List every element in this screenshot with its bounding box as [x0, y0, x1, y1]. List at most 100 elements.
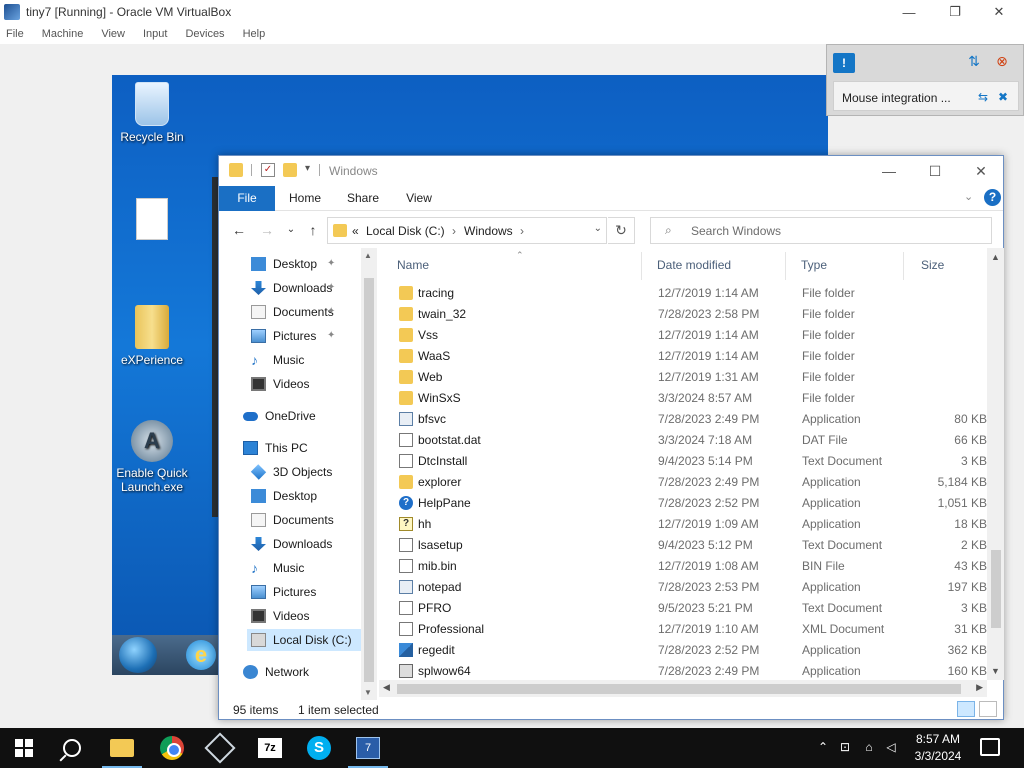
explorer-close-button[interactable]: ✕ — [959, 160, 1003, 182]
file-row[interactable]: bootstat.dat 3/3/2024 7:18 AM DAT File 66 K… — [379, 430, 987, 451]
nav-item-pictures[interactable]: Pictures — [247, 581, 361, 603]
notification-icon[interactable]: ! — [833, 53, 855, 73]
breadcrumb-separator[interactable]: › — [452, 224, 456, 238]
address-dropdown[interactable]: ⌄ — [594, 223, 602, 234]
column-type[interactable]: Type — [785, 248, 903, 282]
quick-access-dropdown[interactable]: ▾ — [305, 163, 310, 174]
system-clock[interactable]: 8:57 AM 3/3/2024 — [908, 731, 968, 765]
nav-item-local-disk-c[interactable]: Local Disk (C:) — [247, 629, 361, 651]
menu-file[interactable]: File — [6, 28, 24, 40]
file-row[interactable]: regedit 7/28/2023 2:52 PM Application 362 K… — [379, 640, 987, 661]
column-name[interactable]: Name — [379, 248, 641, 282]
taskbar-search-button[interactable] — [48, 728, 96, 768]
desktop-icon-experience[interactable]: eXPerience — [107, 305, 197, 367]
taskbar-chrome[interactable] — [148, 728, 196, 768]
file-row[interactable]: Professional 12/7/2019 1:10 AM XML Documen… — [379, 619, 987, 640]
security-icon[interactable]: ⊡ — [838, 740, 852, 754]
scrollbar-thumb[interactable] — [991, 550, 1001, 628]
file-row[interactable]: notepad 7/28/2023 2:53 PM Application 197 K… — [379, 577, 987, 598]
guest-start-button[interactable] — [119, 637, 157, 673]
file-row[interactable]: PFRO 9/5/2023 5:21 PM Text Document 3 KB — [379, 598, 987, 619]
menu-help[interactable]: Help — [243, 28, 266, 40]
tab-home[interactable]: Home — [283, 186, 327, 211]
nav-item-videos[interactable]: Videos — [247, 605, 361, 627]
forward-button[interactable]: → — [257, 221, 277, 239]
navigation-pane-scrollbar[interactable]: ▲ ▼ — [361, 248, 377, 700]
breadcrumb-windows[interactable]: Windows — [464, 224, 513, 238]
help-icon[interactable]: ? — [984, 189, 1001, 206]
up-button[interactable]: ↑ — [303, 221, 323, 239]
nav-item-network[interactable]: Network — [239, 661, 361, 683]
file-row[interactable]: splwow64 7/28/2023 2:49 PM Application 160 … — [379, 661, 987, 680]
host-key-icon[interactable]: ⇅ — [965, 53, 983, 71]
details-view-button[interactable] — [957, 701, 975, 717]
nav-item-music[interactable]: ♪ Music — [247, 349, 361, 371]
address-bar[interactable]: « Local Disk (C:) › Windows › ⌄ — [327, 217, 607, 244]
file-row[interactable]: lsasetup 9/4/2023 5:12 PM Text Document 2 K… — [379, 535, 987, 556]
volume-icon[interactable]: ◁ — [884, 740, 898, 754]
file-row[interactable]: Vss 12/7/2019 1:14 AM File folder — [379, 325, 987, 346]
file-row[interactable]: WaaS 12/7/2019 1:14 AM File folder — [379, 346, 987, 367]
file-row[interactable]: explorer 7/28/2023 2:49 PM Application 5,18… — [379, 472, 987, 493]
expand-ribbon-icon[interactable]: ⌄ — [964, 190, 973, 203]
properties-icon[interactable]: ✓ — [261, 163, 275, 177]
nav-item-music[interactable]: ♪ Music — [247, 557, 361, 579]
taskbar-skype[interactable]: S — [295, 728, 343, 768]
file-row[interactable]: mib.bin 12/7/2019 1:08 AM BIN File 43 KB — [379, 556, 987, 577]
maximize-button[interactable]: ❐ — [932, 0, 978, 24]
action-center-icon[interactable] — [980, 738, 1000, 756]
capture-icon[interactable]: ⊗ — [993, 53, 1011, 71]
taskbar-file-explorer[interactable] — [98, 728, 146, 768]
scroll-up-icon[interactable]: ▲ — [364, 251, 372, 260]
refresh-button[interactable]: ↻ — [608, 217, 635, 244]
scroll-up-icon[interactable]: ▲ — [991, 252, 1000, 262]
menu-machine[interactable]: Machine — [42, 28, 84, 40]
nav-item-desktop[interactable]: Desktop — [247, 485, 361, 507]
network-icon[interactable]: ⌂ — [862, 740, 876, 754]
file-row[interactable]: Web 12/7/2019 1:31 AM File folder — [379, 367, 987, 388]
file-list-horizontal-scrollbar[interactable]: ◀ ▶ — [379, 680, 987, 697]
scroll-down-icon[interactable]: ▼ — [364, 688, 372, 697]
search-input[interactable]: Search Windows — [691, 224, 781, 238]
start-button[interactable] — [0, 728, 48, 768]
breadcrumb-separator[interactable]: › — [520, 224, 524, 238]
tab-view[interactable]: View — [397, 186, 441, 211]
tab-share[interactable]: Share — [341, 186, 385, 211]
new-folder-icon[interactable] — [283, 163, 297, 177]
nav-item-desktop[interactable]: Desktop ✦ — [247, 253, 361, 275]
taskbar-virtualbox[interactable] — [196, 728, 244, 768]
column-size[interactable]: Size — [903, 248, 987, 282]
nav-item-onedrive[interactable]: OneDrive — [239, 405, 361, 427]
scrollbar-thumb[interactable] — [364, 278, 374, 682]
menu-input[interactable]: Input — [143, 28, 167, 40]
file-row[interactable]: ? HelpPane 7/28/2023 2:52 PM Application 1,0… — [379, 493, 987, 514]
scroll-right-icon[interactable]: ▶ — [976, 682, 983, 693]
desktop-icon-recycle-bin[interactable]: Recycle Bin — [107, 82, 197, 144]
scroll-down-icon[interactable]: ▼ — [991, 666, 1000, 676]
back-button[interactable]: ← — [229, 221, 249, 239]
menu-view[interactable]: View — [101, 28, 125, 40]
file-row[interactable]: ? hh 12/7/2019 1:09 AM Application 18 KB — [379, 514, 987, 535]
nav-item-this-pc[interactable]: This PC — [239, 437, 361, 459]
explorer-maximize-button[interactable]: ☐ — [913, 160, 957, 182]
nav-item-videos[interactable]: Videos — [247, 373, 361, 395]
nav-item-pictures[interactable]: Pictures ✦ — [247, 325, 361, 347]
close-button[interactable]: ✕ — [976, 0, 1022, 24]
internet-explorer-icon[interactable]: e — [186, 640, 216, 670]
desktop-icon-file[interactable] — [107, 198, 197, 244]
pin-icon[interactable]: ⇆ — [978, 90, 988, 104]
scrollbar-thumb[interactable] — [397, 684, 961, 694]
nav-item-documents[interactable]: Documents ✦ — [247, 301, 361, 323]
file-row[interactable]: bfsvc 7/28/2023 2:49 PM Application 80 KB — [379, 409, 987, 430]
mouse-integration-message[interactable]: Mouse integration ... ⇆ ✖ — [833, 81, 1019, 111]
scroll-left-icon[interactable]: ◀ — [383, 682, 390, 693]
close-icon[interactable]: ✖ — [998, 90, 1008, 104]
nav-item-3d-objects[interactable]: 3D Objects — [247, 461, 361, 483]
column-date-modified[interactable]: Date modified — [641, 248, 785, 282]
file-row[interactable]: twain_32 7/28/2023 2:58 PM File folder — [379, 304, 987, 325]
tab-file[interactable]: File — [219, 186, 275, 211]
file-row[interactable]: DtcInstall 9/4/2023 5:14 PM Text Document 3… — [379, 451, 987, 472]
large-icons-view-button[interactable] — [979, 701, 997, 717]
explorer-minimize-button[interactable]: — — [867, 160, 911, 182]
recent-locations-button[interactable]: ⌄ — [281, 221, 301, 239]
